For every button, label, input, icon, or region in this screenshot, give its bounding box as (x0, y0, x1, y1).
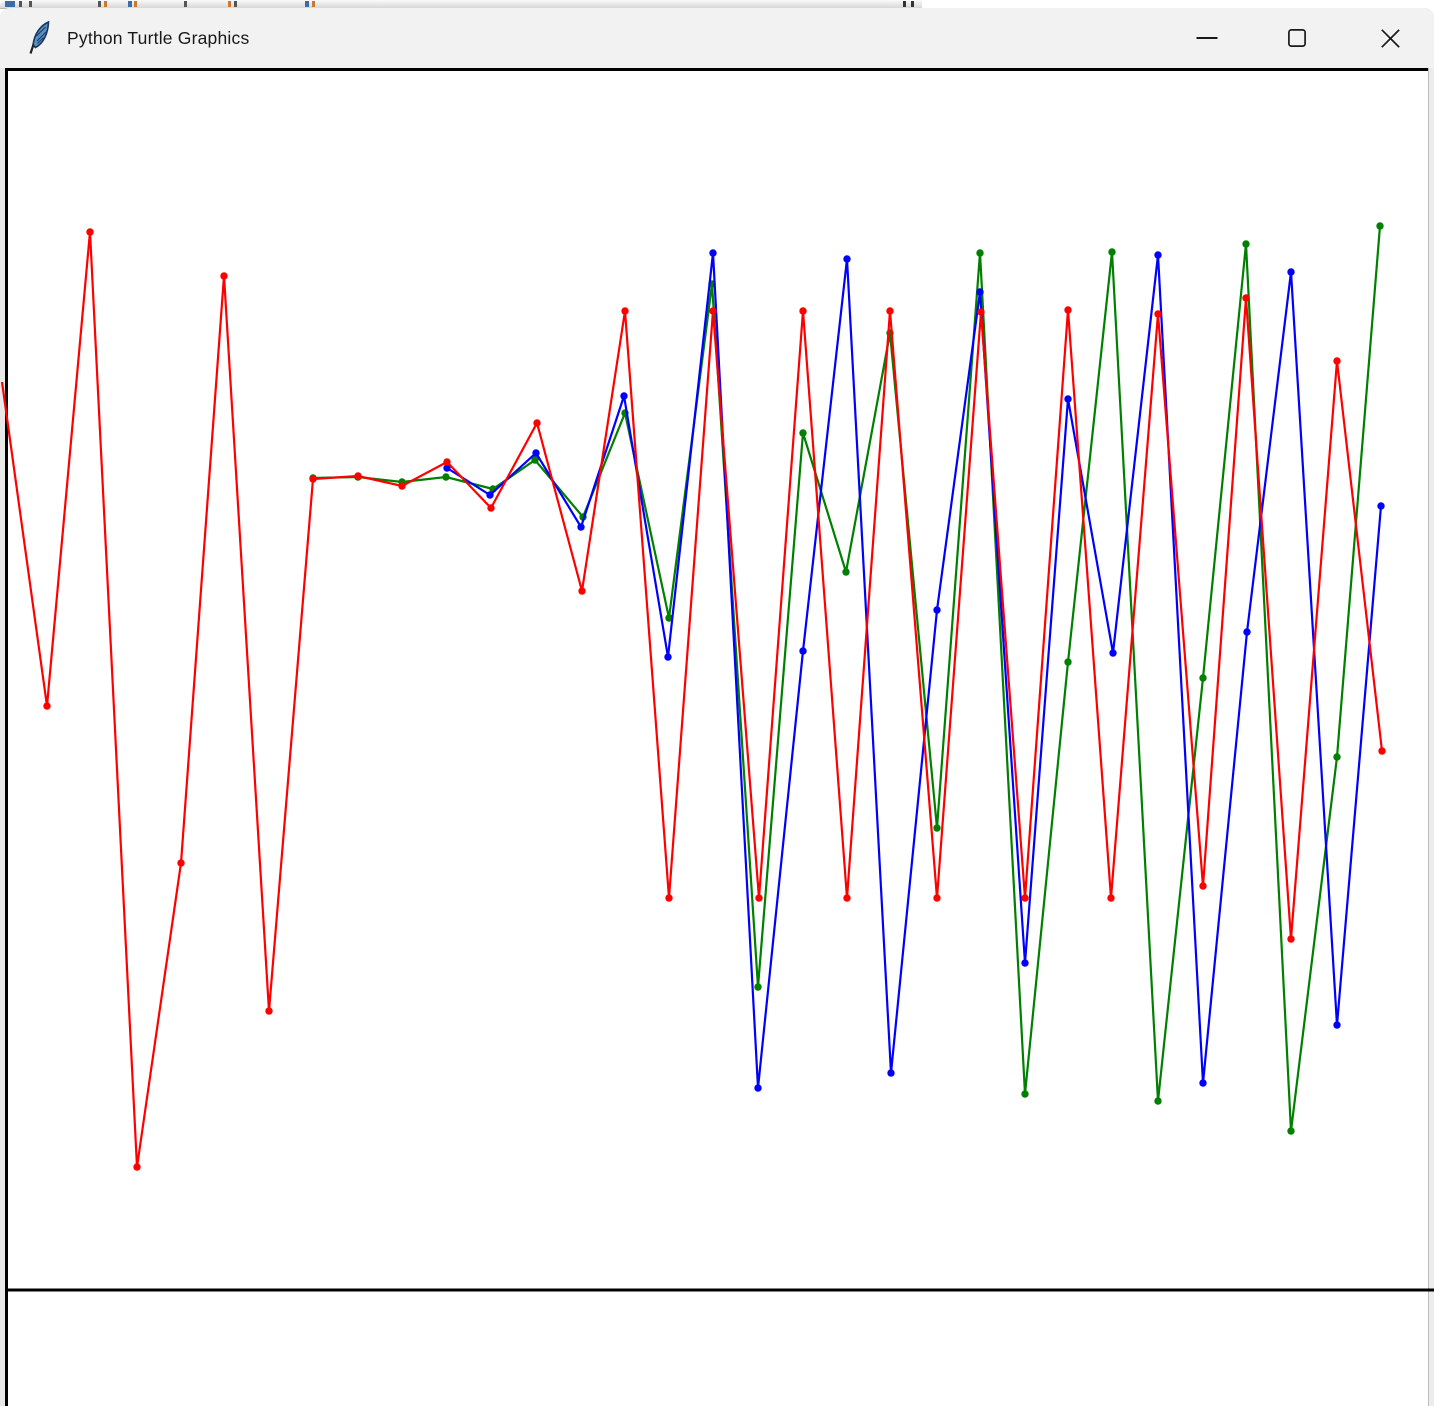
series-red-marker (1242, 294, 1250, 302)
series-green-marker (842, 568, 850, 576)
series-red-marker (133, 1163, 141, 1171)
minimize-button[interactable] (1184, 16, 1230, 60)
sliver-mark (234, 1, 237, 7)
series-red-marker (1064, 306, 1072, 314)
series-blue-marker (486, 491, 494, 499)
series-green-marker (754, 983, 762, 991)
tk-feather-icon (29, 20, 50, 54)
series-green-marker (1287, 1127, 1295, 1135)
sliver-mark (305, 1, 309, 7)
series-red-marker (220, 272, 228, 280)
series-green-marker (933, 824, 941, 832)
sliver-mark (29, 1, 32, 7)
title-bar: Python Turtle Graphics (0, 8, 1434, 68)
series-red-marker (86, 228, 94, 236)
series-red-marker (1333, 357, 1341, 365)
series-green-marker (1154, 1097, 1162, 1105)
series-red-marker (309, 475, 317, 483)
sliver-mark (19, 1, 22, 7)
screen: Python Turtle Graphics (0, 0, 1434, 1406)
series-blue-marker (577, 523, 585, 531)
series-blue-marker (709, 249, 717, 257)
series-blue-marker (799, 647, 807, 655)
close-icon (1380, 28, 1400, 48)
sliver-mark (228, 1, 231, 7)
series-blue-marker (1064, 395, 1072, 403)
series-red-line (0, 231, 1384, 1168)
minimize-icon (1196, 37, 1218, 39)
series-red-marker (265, 1007, 273, 1015)
series-blue-marker (1333, 1021, 1341, 1029)
sliver-mark (5, 1, 15, 7)
series-red-marker (533, 419, 541, 427)
series-red-marker (398, 482, 406, 490)
sliver-mark (312, 1, 315, 7)
series-red-marker (177, 859, 185, 867)
series-green-marker (1376, 222, 1384, 230)
series-blue-marker (532, 449, 540, 457)
turtle-graphics-window: Python Turtle Graphics (0, 8, 1434, 1406)
maximize-button[interactable] (1274, 16, 1320, 60)
sliver-mark (128, 1, 132, 7)
series-blue-marker (620, 392, 628, 400)
series-red-marker (1021, 894, 1029, 902)
window-title: Python Turtle Graphics (67, 27, 250, 48)
maximize-icon (1288, 29, 1306, 47)
series-red-marker (1199, 882, 1207, 890)
series-blue-marker (1377, 502, 1385, 510)
series-blue-marker (1154, 251, 1162, 259)
series-red-marker (1287, 935, 1295, 943)
series-green-line (312, 225, 1382, 1132)
series-red-marker (443, 458, 451, 466)
series-blue-marker (887, 1069, 895, 1077)
sliver-mark (98, 1, 101, 7)
series-red-marker (578, 587, 586, 595)
canvas-area (0, 68, 1434, 1406)
series-red-marker (755, 894, 763, 902)
turtle-canvas (0, 222, 1434, 1292)
series-red-marker (1107, 894, 1115, 902)
series-red-marker (487, 504, 495, 512)
series-red-marker (886, 307, 894, 315)
series-blue-marker (1021, 959, 1029, 967)
series-red-marker (354, 472, 362, 480)
series-green-marker (442, 473, 450, 481)
series-green-marker (1108, 248, 1116, 256)
series-red-marker (799, 307, 807, 315)
sliver-mark (104, 1, 107, 7)
series-green-marker (976, 249, 984, 257)
sliver-mark (134, 1, 137, 7)
series-blue-marker (754, 1084, 762, 1092)
series-green-marker (1064, 658, 1072, 666)
series-blue-marker (843, 255, 851, 263)
sliver-mark (184, 1, 187, 7)
series-blue-marker (1109, 649, 1117, 657)
series-red-marker (977, 308, 985, 316)
series-red-marker (843, 894, 851, 902)
series-blue-marker (933, 606, 941, 614)
series-blue-marker (976, 288, 984, 296)
series-red-marker (665, 894, 673, 902)
close-button[interactable] (1367, 16, 1413, 60)
series-red-marker (1154, 310, 1162, 318)
series-blue-marker (664, 653, 672, 661)
series-red-marker (1378, 747, 1386, 755)
series-green-marker (1333, 753, 1341, 761)
series-green-marker (1021, 1090, 1029, 1098)
sliver-mark (911, 1, 914, 7)
sliver-mark (903, 1, 906, 7)
series-green-marker (1242, 240, 1250, 248)
series-blue-marker (1199, 1079, 1207, 1087)
series-red-marker (709, 307, 717, 315)
series-green-marker (1199, 674, 1207, 682)
series-blue-marker (1243, 628, 1251, 636)
series-red-marker (933, 894, 941, 902)
series-red-marker (621, 307, 629, 315)
series-blue-marker (1287, 268, 1295, 276)
series-green-marker (799, 429, 807, 437)
series-red-marker (43, 702, 51, 710)
